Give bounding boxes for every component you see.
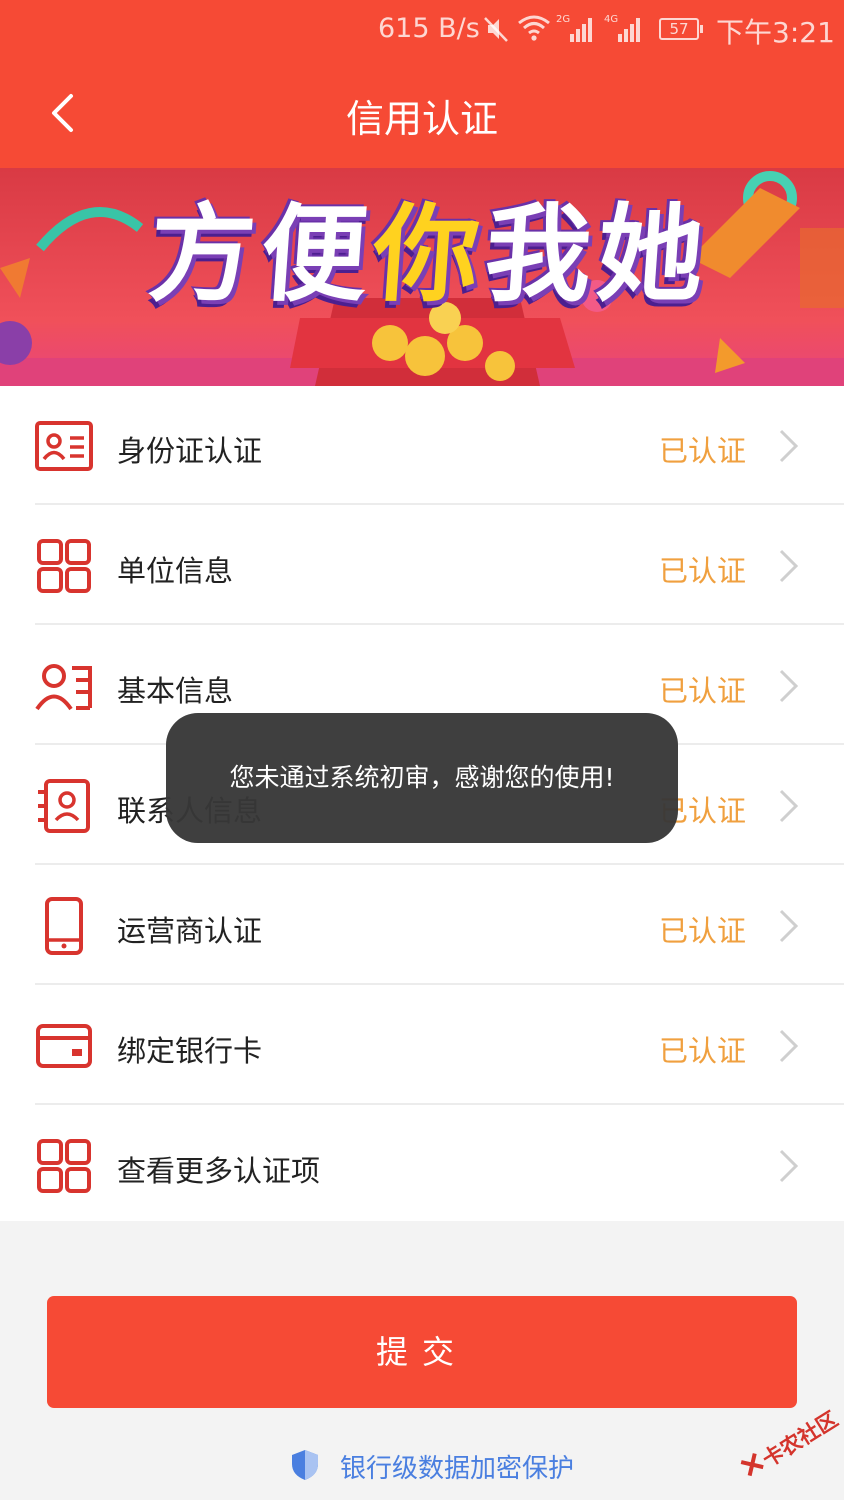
page-title: 信用认证 <box>345 97 498 141</box>
chevron-right-icon <box>779 1029 799 1063</box>
submit-button[interactable]: 提交 <box>47 1296 797 1408</box>
divider <box>35 1103 844 1105</box>
promo-banner[interactable]: 方便你我她 <box>0 168 844 386</box>
list-item-employer[interactable]: 单位信息 已认证 <box>0 506 844 625</box>
battery-icon: 57 <box>659 18 703 40</box>
list-item-more[interactable]: 查看更多认证项 <box>0 1106 844 1225</box>
banner-text-2: 我她 <box>481 193 714 316</box>
list-item-id-card[interactable]: 身份证认证 已认证 <box>0 386 844 505</box>
divider <box>35 983 844 985</box>
status-bar: 615 B/s 2G 4G 57 下午3:21 <box>0 0 844 60</box>
divider <box>35 863 844 865</box>
item-label: 绑定银行卡 <box>117 1034 263 1068</box>
banner-text-highlight: 你 <box>369 193 490 316</box>
mute-icon <box>484 17 508 42</box>
item-label: 运营商认证 <box>117 914 263 948</box>
divider <box>35 503 844 505</box>
list-item-bank-card[interactable]: 绑定银行卡 已认证 <box>0 986 844 1105</box>
status-badge: 已认证 <box>659 434 747 468</box>
item-label: 查看更多认证项 <box>117 1154 321 1188</box>
status-badge: 已认证 <box>659 674 747 708</box>
status-time: 下午3:21 <box>716 16 835 49</box>
security-text: 银行级数据加密保护 <box>340 1454 575 1484</box>
phone-icon <box>45 897 83 955</box>
chevron-right-icon <box>779 669 799 703</box>
status-badge: 已认证 <box>659 914 747 948</box>
network-speed: 615 B/s <box>378 13 480 44</box>
user-list-icon <box>35 664 92 711</box>
banner-text-1: 方便 <box>145 193 378 316</box>
grid-icon <box>37 1139 91 1193</box>
watermark-text: 卡农社区 <box>758 1406 843 1472</box>
chevron-right-icon <box>779 789 799 823</box>
list-item-carrier[interactable]: 运营商认证 已认证 <box>0 866 844 985</box>
wifi-icon <box>518 15 550 41</box>
shield-icon <box>292 1450 318 1480</box>
nav-bar: 信用认证 <box>0 60 844 168</box>
signal-4g-icon: 4G <box>604 14 640 42</box>
status-badge: 已认证 <box>659 1034 747 1068</box>
bank-card-icon <box>36 1024 92 1068</box>
status-badge: 已认证 <box>659 554 747 588</box>
item-label: 单位信息 <box>117 554 234 588</box>
signal-4g-label: 4G <box>604 14 618 25</box>
item-label: 身份证认证 <box>117 434 263 468</box>
item-label: 基本信息 <box>117 674 234 708</box>
signal-2g-label: 2G <box>556 14 570 25</box>
chevron-right-icon <box>779 549 799 583</box>
chevron-right-icon <box>779 909 799 943</box>
chevron-right-icon <box>779 429 799 463</box>
grid-icon <box>37 539 91 593</box>
id-card-icon <box>35 421 93 471</box>
signal-2g-icon: 2G <box>556 14 592 42</box>
chevron-right-icon <box>779 1149 799 1183</box>
banner-slogan: 方便你我她 <box>145 168 716 322</box>
contact-book-icon <box>38 779 90 833</box>
toast-message: 您未通过系统初审，感谢您的使用! <box>166 713 678 843</box>
divider <box>35 623 844 625</box>
